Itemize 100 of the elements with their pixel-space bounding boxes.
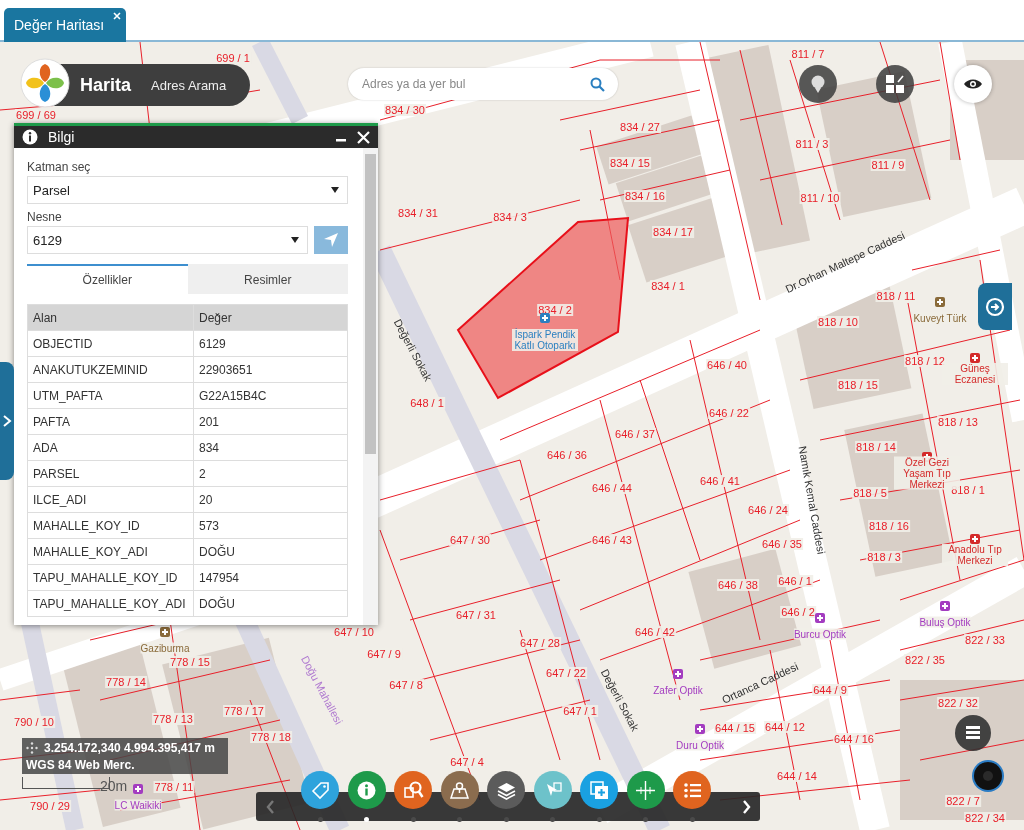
- parcel-label: 818 / 13: [937, 416, 979, 428]
- parcel-label: 646 / 22: [708, 407, 750, 419]
- parcel-label: 834 / 1: [650, 280, 686, 292]
- poi-label: Kuveyt Türk: [913, 312, 967, 324]
- parcel-label: 646 / 42: [634, 626, 676, 638]
- coordinate-text: 3.254.172,340 4.994.395,417 m: [44, 740, 216, 755]
- parcel-label: 818 / 11: [875, 290, 917, 302]
- parcel-label: 647 / 8: [388, 679, 424, 691]
- field-label: Katman seç: [27, 160, 92, 174]
- parcel-label: 646 / 1: [777, 575, 813, 587]
- grid-icon: [886, 75, 904, 93]
- table-cell: G22A15B4C: [193, 382, 348, 409]
- address-search-link[interactable]: Adres Arama: [151, 77, 227, 93]
- parcel-label: 778 / 18: [250, 731, 292, 743]
- parcel-label: 778 / 13: [152, 713, 194, 725]
- table-cell: ANAKUTUKZEMINID: [27, 356, 194, 383]
- compass-button[interactable]: [974, 762, 1002, 790]
- chevron-icon: [2, 414, 12, 428]
- map-tab[interactable]: Değer Haritası: [4, 8, 127, 42]
- table-cell: PARSEL: [27, 460, 194, 487]
- table-cell: PAFTA: [27, 408, 194, 435]
- parcel-label: 647 / 4: [449, 756, 485, 768]
- poi-label: Burcu Optik: [793, 628, 847, 640]
- side-menu-button[interactable]: [0, 362, 14, 480]
- expand-panel-button[interactable]: [978, 283, 1012, 330]
- search-icon: [402, 779, 424, 801]
- info-icon: [22, 129, 38, 145]
- parcel-label: 648 / 1: [409, 397, 445, 409]
- caret-icon: [331, 187, 339, 193]
- scrollbar-thumb[interactable]: [365, 154, 376, 454]
- parcel-label: 778 / 11: [153, 781, 195, 793]
- chevron-icon: [265, 799, 275, 814]
- table-cell: OBJECTID: [27, 330, 194, 357]
- layout-button[interactable]: [876, 65, 914, 103]
- parcel-label: 822 / 7: [945, 795, 981, 807]
- poi-label: Anadolu Tıp Merkezi: [942, 544, 1008, 566]
- parcel-label: 647 / 31: [455, 609, 497, 621]
- table-cell: 573: [193, 512, 348, 539]
- poi-label: Zafer Optik: [653, 684, 703, 696]
- parcel-label: 699 / 69: [15, 109, 57, 121]
- parcel-label: 818 / 15: [837, 379, 879, 391]
- parcel-label: 818 / 3: [866, 551, 902, 563]
- parcel-label: 646 / 37: [614, 428, 656, 440]
- parcel-label: 778 / 17: [223, 705, 265, 717]
- table-cell: TAPU_MAHALLE_KOY_ADI: [27, 590, 194, 617]
- parcel-label: 647 / 9: [366, 648, 402, 660]
- poi-label: Buluş Optik: [919, 616, 971, 628]
- table-cell: MAHALLE_KOY_ID: [27, 512, 194, 539]
- parcel-label: 646 / 38: [717, 579, 759, 591]
- parcel-label: 822 / 35: [904, 654, 946, 666]
- table-cell: 147954: [193, 564, 348, 591]
- parcel-label: 834 / 15: [609, 157, 651, 169]
- scrollbar[interactable]: [363, 148, 378, 625]
- panel-title: Bilgi: [48, 129, 76, 145]
- parcel-label: 818 / 12: [904, 355, 946, 367]
- navigation-arrow-icon: [323, 232, 339, 248]
- map-pin-icon: [449, 779, 470, 801]
- parcel-label: 811 / 3: [794, 138, 830, 150]
- add-icon: [588, 779, 610, 801]
- parcel-label: 647 / 28: [519, 637, 561, 649]
- logo-icon: [20, 58, 70, 108]
- arrow-circle-icon: [985, 296, 1005, 317]
- parcel-label: 646 / 44: [591, 482, 633, 494]
- parcel-label: 811 / 9: [870, 159, 906, 171]
- column-header: Değer: [193, 304, 348, 331]
- parcel-label: 811 / 7: [790, 48, 826, 60]
- crosshair-icon: [26, 741, 38, 754]
- app-title: Harita: [80, 74, 132, 96]
- object-dropdown[interactable]: 6129: [27, 226, 308, 254]
- panel-tab[interactable]: Resimler: [187, 264, 348, 294]
- basemap-button[interactable]: [799, 65, 837, 103]
- parcel-label: 647 / 10: [333, 626, 375, 638]
- chevron-icon: [741, 799, 751, 814]
- projection-text: WGS 84 Web Merc.: [26, 757, 136, 772]
- parcel-label: 834 / 3: [492, 211, 528, 223]
- parcel-label: 644 / 12: [764, 721, 806, 733]
- parcel-label: 834 / 30: [384, 104, 426, 116]
- parcel-label: 778 / 14: [105, 676, 147, 688]
- parcel-label: 834 / 17: [652, 226, 694, 238]
- search-field[interactable]: Adres ya da yer bul: [348, 68, 618, 100]
- parcel-label: 646 / 40: [706, 359, 748, 371]
- parcel-label: 790 / 29: [29, 800, 71, 812]
- parcel-label: 644 / 16: [833, 733, 875, 745]
- balloon-icon: [810, 75, 826, 93]
- table-cell: 201: [193, 408, 348, 435]
- parcel-label: 646 / 2: [780, 606, 816, 618]
- table-cell: 834: [193, 434, 348, 461]
- column-header: Alan: [27, 304, 194, 331]
- tag-icon: [309, 779, 331, 801]
- parcel-label: 646 / 41: [699, 475, 741, 487]
- crosshair-icon: [635, 779, 656, 801]
- circle-icon: [981, 769, 995, 783]
- search-icon[interactable]: [590, 77, 605, 92]
- table-cell: TAPU_MAHALLE_KOY_ID: [27, 564, 194, 591]
- parcel-label: 646 / 35: [761, 538, 803, 550]
- table-cell: 6129: [193, 330, 348, 357]
- parcel-label: 644 / 15: [714, 722, 756, 734]
- layer-dropdown[interactable]: Parsel: [27, 176, 348, 204]
- close-icon[interactable]: [357, 130, 370, 144]
- parcel-label: 822 / 34: [964, 812, 1006, 824]
